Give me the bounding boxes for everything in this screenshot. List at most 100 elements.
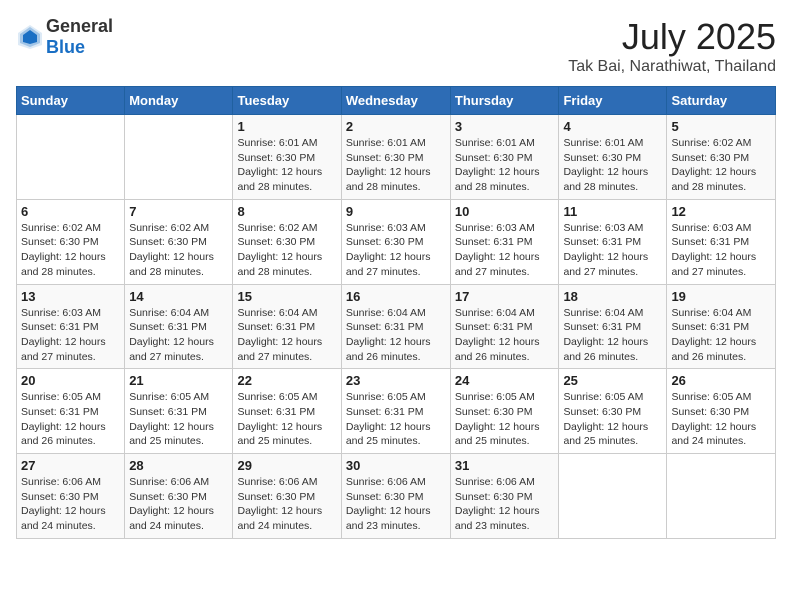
calendar-week-3: 13 Sunrise: 6:03 AMSunset: 6:31 PMDayligh… bbox=[17, 284, 776, 369]
calendar-cell: 19Sunrise: 6:04 AMSunset: 6:31 PMDayligh… bbox=[667, 284, 776, 369]
day-number: 29 bbox=[237, 458, 336, 473]
calendar-cell: 14 Sunrise: 6:04 AMSunset: 6:31 PMDayligh… bbox=[125, 284, 233, 369]
calendar-cell: 22 Sunrise: 6:05 AMSunset: 6:31 PMDayligh… bbox=[233, 369, 341, 454]
day-info: Sunrise: 6:04 AMSunset: 6:31 PMDaylight:… bbox=[129, 306, 228, 365]
day-number: 25 bbox=[563, 373, 662, 388]
day-info: Sunrise: 6:05 AMSunset: 6:30 PMDaylight:… bbox=[455, 390, 555, 449]
weekday-header-wednesday: Wednesday bbox=[341, 87, 450, 115]
calendar-week-5: 27Sunrise: 6:06 AMSunset: 6:30 PMDayligh… bbox=[17, 454, 776, 539]
day-info: Sunrise: 6:05 AMSunset: 6:30 PMDaylight:… bbox=[563, 390, 662, 449]
calendar-cell bbox=[667, 454, 776, 539]
day-number: 7 bbox=[129, 204, 228, 219]
day-number: 28 bbox=[129, 458, 228, 473]
day-info: Sunrise: 6:01 AMSunset: 6:30 PMDaylight:… bbox=[563, 136, 662, 195]
calendar-cell: 7 Sunrise: 6:02 AMSunset: 6:30 PMDaylight… bbox=[125, 199, 233, 284]
calendar-cell: 28Sunrise: 6:06 AMSunset: 6:30 PMDayligh… bbox=[125, 454, 233, 539]
day-number: 14 bbox=[129, 289, 228, 304]
day-info: Sunrise: 6:01 AMSunset: 6:30 PMDaylight:… bbox=[237, 136, 336, 195]
logo: General Blue bbox=[16, 16, 113, 58]
day-info: Sunrise: 6:02 AMSunset: 6:30 PMDaylight:… bbox=[21, 221, 120, 280]
calendar-cell bbox=[17, 115, 125, 200]
weekday-header-saturday: Saturday bbox=[667, 87, 776, 115]
calendar-table: SundayMondayTuesdayWednesdayThursdayFrid… bbox=[16, 86, 776, 539]
day-info: Sunrise: 6:01 AMSunset: 6:30 PMDaylight:… bbox=[346, 136, 446, 195]
day-info: Sunrise: 6:03 AMSunset: 6:31 PMDaylight:… bbox=[21, 306, 120, 365]
day-number: 15 bbox=[237, 289, 336, 304]
day-number: 10 bbox=[455, 204, 555, 219]
day-number: 24 bbox=[455, 373, 555, 388]
page-subtitle: Tak Bai, Narathiwat, Thailand bbox=[568, 58, 776, 76]
title-area: July 2025 Tak Bai, Narathiwat, Thailand bbox=[568, 16, 776, 76]
calendar-cell: 27Sunrise: 6:06 AMSunset: 6:30 PMDayligh… bbox=[17, 454, 125, 539]
calendar-week-4: 20Sunrise: 6:05 AMSunset: 6:31 PMDayligh… bbox=[17, 369, 776, 454]
calendar-cell: 20Sunrise: 6:05 AMSunset: 6:31 PMDayligh… bbox=[17, 369, 125, 454]
day-info: Sunrise: 6:06 AMSunset: 6:30 PMDaylight:… bbox=[455, 475, 555, 534]
calendar-cell: 5Sunrise: 6:02 AMSunset: 6:30 PMDaylight… bbox=[667, 115, 776, 200]
calendar-cell: 29 Sunrise: 6:06 AMSunset: 6:30 PMDayligh… bbox=[233, 454, 341, 539]
calendar-cell: 4Sunrise: 6:01 AMSunset: 6:30 PMDaylight… bbox=[559, 115, 667, 200]
day-info: Sunrise: 6:05 AMSunset: 6:31 PMDaylight:… bbox=[21, 390, 120, 449]
day-number: 16 bbox=[346, 289, 446, 304]
weekday-header-friday: Friday bbox=[559, 87, 667, 115]
calendar-cell: 31 Sunrise: 6:06 AMSunset: 6:30 PMDayligh… bbox=[450, 454, 559, 539]
day-info: Sunrise: 6:01 AMSunset: 6:30 PMDaylight:… bbox=[455, 136, 555, 195]
calendar-cell: 25 Sunrise: 6:05 AMSunset: 6:30 PMDayligh… bbox=[559, 369, 667, 454]
day-number: 6 bbox=[21, 204, 120, 219]
calendar-cell: 21Sunrise: 6:05 AMSunset: 6:31 PMDayligh… bbox=[125, 369, 233, 454]
day-number: 2 bbox=[346, 119, 446, 134]
day-number: 26 bbox=[671, 373, 771, 388]
day-info: Sunrise: 6:02 AMSunset: 6:30 PMDaylight:… bbox=[237, 221, 336, 280]
page-title: July 2025 bbox=[568, 16, 776, 58]
day-number: 19 bbox=[671, 289, 771, 304]
day-number: 17 bbox=[455, 289, 555, 304]
day-number: 30 bbox=[346, 458, 446, 473]
calendar-body: 1 Sunrise: 6:01 AMSunset: 6:30 PMDaylight… bbox=[17, 115, 776, 539]
logo-text-blue: Blue bbox=[46, 37, 85, 57]
day-number: 5 bbox=[671, 119, 771, 134]
page-header: General Blue July 2025 Tak Bai, Narathiw… bbox=[16, 16, 776, 76]
day-number: 31 bbox=[455, 458, 555, 473]
day-number: 8 bbox=[237, 204, 336, 219]
calendar-cell: 26 Sunrise: 6:05 AMSunset: 6:30 PMDayligh… bbox=[667, 369, 776, 454]
day-info: Sunrise: 6:03 AMSunset: 6:31 PMDaylight:… bbox=[455, 221, 555, 280]
calendar-cell bbox=[559, 454, 667, 539]
calendar-cell: 11Sunrise: 6:03 AMSunset: 6:31 PMDayligh… bbox=[559, 199, 667, 284]
day-info: Sunrise: 6:04 AMSunset: 6:31 PMDaylight:… bbox=[563, 306, 662, 365]
day-number: 23 bbox=[346, 373, 446, 388]
calendar-cell: 10 Sunrise: 6:03 AMSunset: 6:31 PMDayligh… bbox=[450, 199, 559, 284]
weekday-header-thursday: Thursday bbox=[450, 87, 559, 115]
day-number: 9 bbox=[346, 204, 446, 219]
calendar-cell: 17 Sunrise: 6:04 AMSunset: 6:31 PMDayligh… bbox=[450, 284, 559, 369]
day-number: 3 bbox=[455, 119, 555, 134]
weekday-header-monday: Monday bbox=[125, 87, 233, 115]
calendar-cell: 2 Sunrise: 6:01 AMSunset: 6:30 PMDaylight… bbox=[341, 115, 450, 200]
day-info: Sunrise: 6:04 AMSunset: 6:31 PMDaylight:… bbox=[455, 306, 555, 365]
day-number: 1 bbox=[237, 119, 336, 134]
day-info: Sunrise: 6:06 AMSunset: 6:30 PMDaylight:… bbox=[21, 475, 120, 534]
calendar-cell: 30Sunrise: 6:06 AMSunset: 6:30 PMDayligh… bbox=[341, 454, 450, 539]
day-info: Sunrise: 6:04 AMSunset: 6:31 PMDaylight:… bbox=[237, 306, 336, 365]
weekday-header-sunday: Sunday bbox=[17, 87, 125, 115]
calendar-cell: 13 Sunrise: 6:03 AMSunset: 6:31 PMDayligh… bbox=[17, 284, 125, 369]
calendar-cell bbox=[125, 115, 233, 200]
calendar-cell: 24 Sunrise: 6:05 AMSunset: 6:30 PMDayligh… bbox=[450, 369, 559, 454]
calendar-cell: 1 Sunrise: 6:01 AMSunset: 6:30 PMDaylight… bbox=[233, 115, 341, 200]
day-info: Sunrise: 6:03 AMSunset: 6:30 PMDaylight:… bbox=[346, 221, 446, 280]
calendar-cell: 23 Sunrise: 6:05 AMSunset: 6:31 PMDayligh… bbox=[341, 369, 450, 454]
day-number: 12 bbox=[671, 204, 771, 219]
day-number: 13 bbox=[21, 289, 120, 304]
calendar-cell: 9 Sunrise: 6:03 AMSunset: 6:30 PMDaylight… bbox=[341, 199, 450, 284]
logo-icon bbox=[16, 23, 44, 51]
day-info: Sunrise: 6:06 AMSunset: 6:30 PMDaylight:… bbox=[237, 475, 336, 534]
day-info: Sunrise: 6:05 AMSunset: 6:31 PMDaylight:… bbox=[346, 390, 446, 449]
calendar-cell: 6 Sunrise: 6:02 AMSunset: 6:30 PMDaylight… bbox=[17, 199, 125, 284]
day-info: Sunrise: 6:05 AMSunset: 6:30 PMDaylight:… bbox=[671, 390, 771, 449]
day-number: 11 bbox=[563, 204, 662, 219]
calendar-cell: 18Sunrise: 6:04 AMSunset: 6:31 PMDayligh… bbox=[559, 284, 667, 369]
calendar-header: SundayMondayTuesdayWednesdayThursdayFrid… bbox=[17, 87, 776, 115]
day-info: Sunrise: 6:02 AMSunset: 6:30 PMDaylight:… bbox=[129, 221, 228, 280]
day-info: Sunrise: 6:05 AMSunset: 6:31 PMDaylight:… bbox=[237, 390, 336, 449]
calendar-cell: 16Sunrise: 6:04 AMSunset: 6:31 PMDayligh… bbox=[341, 284, 450, 369]
day-number: 22 bbox=[237, 373, 336, 388]
calendar-week-1: 1 Sunrise: 6:01 AMSunset: 6:30 PMDaylight… bbox=[17, 115, 776, 200]
